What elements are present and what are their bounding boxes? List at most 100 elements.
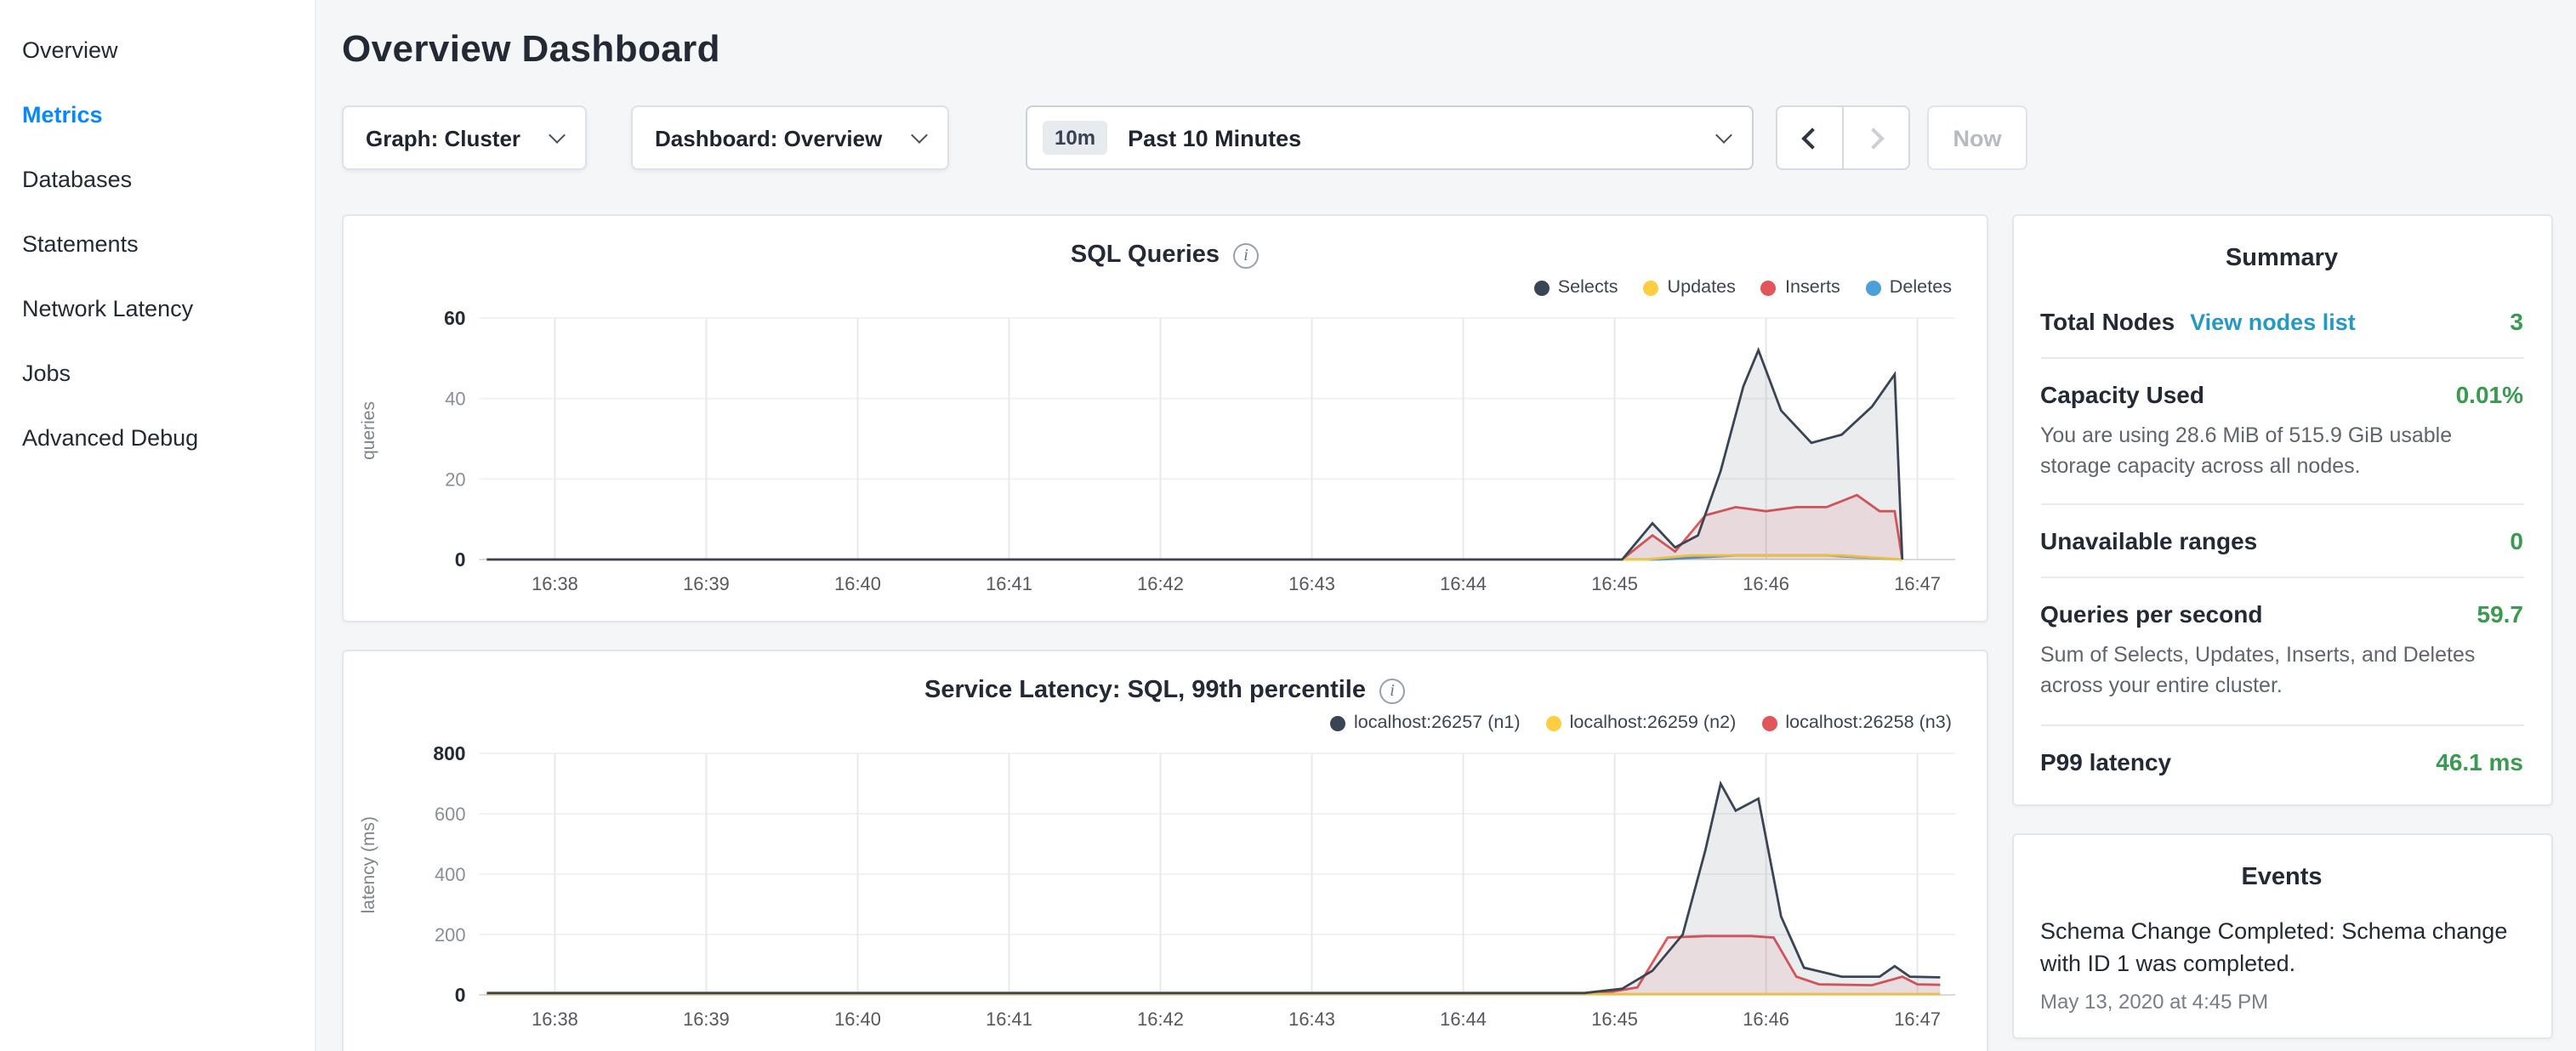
service-latency-chart: 16:3816:3916:4016:4116:4216:4316:4416:45… — [384, 736, 1976, 1039]
summary-row-capacity-used: Capacity Used 0.01% You are using 28.6 M… — [2040, 357, 2523, 504]
svg-text:16:42: 16:42 — [1137, 1008, 1184, 1030]
summary-value: 59.7 — [2477, 601, 2524, 628]
svg-text:40: 40 — [445, 389, 465, 410]
svg-text:16:40: 16:40 — [834, 1008, 881, 1030]
legend-item[interactable]: localhost:26259 (n2) — [1546, 713, 1737, 733]
svg-text:16:43: 16:43 — [1288, 1008, 1335, 1030]
event-text: Schema Change Completed: Schema change w… — [2040, 914, 2523, 980]
summary-value: 0.01% — [2456, 381, 2523, 408]
svg-text:400: 400 — [435, 864, 466, 885]
svg-text:16:47: 16:47 — [1894, 573, 1941, 594]
chevron-down-icon — [911, 127, 928, 144]
chevron-down-icon — [549, 127, 566, 144]
graph-dropdown[interactable]: Graph: Cluster — [342, 105, 587, 170]
summary-row-total-nodes: Total Nodes View nodes list 3 — [2040, 286, 2523, 357]
dashboard-dropdown-label: Dashboard: Overview — [655, 125, 882, 151]
events-title: Events — [2040, 834, 2523, 904]
time-step-buttons — [1776, 105, 1910, 170]
time-back-button[interactable] — [1776, 105, 1844, 170]
summary-title: Summary — [2040, 216, 2523, 286]
chart-title: SQL Queries — [1071, 241, 1220, 269]
chart-panel-service-latency: Service Latency: SQL, 99th percentile i … — [342, 650, 1987, 1051]
chevron-left-icon — [1801, 127, 1823, 148]
chart-header: Service Latency: SQL, 99th percentile i — [344, 651, 1986, 707]
sidebar-item-databases[interactable]: Databases — [22, 146, 315, 211]
chevron-down-icon — [1715, 127, 1732, 144]
legend-item[interactable]: localhost:26257 (n1) — [1330, 713, 1521, 733]
info-icon[interactable]: i — [1233, 242, 1259, 268]
app-window: Overview Metrics Databases Statements Ne… — [0, 0, 2576, 1051]
event-item: Schema Change Completed: Schema change w… — [2040, 904, 2523, 1030]
summary-label: Unavailable ranges — [2040, 528, 2257, 555]
summary-label: Queries per second — [2040, 601, 2262, 628]
legend-item[interactable]: localhost:26258 (n3) — [1761, 713, 1952, 733]
svg-text:16:43: 16:43 — [1288, 573, 1335, 594]
time-range-label: Past 10 Minutes — [1128, 125, 1701, 151]
sql-queries-chart: 16:3816:3916:4016:4116:4216:4316:4416:45… — [384, 301, 1976, 604]
y-axis-label: latency (ms) — [359, 817, 379, 914]
chart-legend: localhost:26257 (n1) localhost:26259 (n2)… — [344, 707, 1986, 736]
sidebar-item-jobs[interactable]: Jobs — [22, 340, 315, 405]
summary-panel: Summary Total Nodes View nodes list 3 Ca… — [2011, 214, 2552, 805]
legend-item[interactable]: Updates — [1644, 277, 1736, 298]
sidebar-item-network-latency[interactable]: Network Latency — [22, 276, 315, 340]
svg-text:16:40: 16:40 — [834, 573, 881, 594]
dashboard-dropdown[interactable]: Dashboard: Overview — [631, 105, 949, 170]
event-timestamp: May 13, 2020 at 4:45 PM — [2040, 989, 2523, 1013]
toolbar: Graph: Cluster Dashboard: Overview 10m P… — [342, 105, 2552, 170]
y-axis-label: queries — [359, 401, 379, 460]
view-nodes-list-link[interactable]: View nodes list — [2190, 310, 2356, 335]
chart-title: Service Latency: SQL, 99th percentile — [924, 677, 1366, 704]
summary-label: P99 latency — [2040, 747, 2171, 775]
summary-label: Total Nodes — [2040, 308, 2175, 335]
chart-plot-area: latency (ms) 16:3816:3916:4016:4116:4216… — [344, 736, 1986, 1039]
svg-text:16:44: 16:44 — [1440, 1008, 1487, 1030]
chart-header: SQL Queries i — [344, 216, 1986, 272]
svg-text:16:39: 16:39 — [683, 573, 730, 594]
summary-subtext: You are using 28.6 MiB of 515.9 GiB usab… — [2040, 420, 2523, 482]
summary-subtext: Sum of Selects, Updates, Inserts, and De… — [2040, 640, 2523, 702]
charts-column: SQL Queries i Selects Updates Inserts Delet… — [342, 214, 1987, 1051]
dashboard-body: SQL Queries i Selects Updates Inserts Delet… — [342, 214, 2552, 1051]
svg-text:200: 200 — [435, 924, 466, 946]
time-forward-button[interactable] — [1842, 105, 1910, 170]
svg-text:16:46: 16:46 — [1743, 573, 1789, 594]
now-button[interactable]: Now — [1927, 105, 2027, 170]
sidebar-item-overview[interactable]: Overview — [22, 17, 315, 82]
main-content: Overview Dashboard Graph: Cluster Dashbo… — [316, 0, 2576, 1051]
time-range-picker[interactable]: 10m Past 10 Minutes — [1026, 105, 1754, 170]
summary-label: Capacity Used — [2040, 381, 2204, 408]
svg-text:0: 0 — [455, 984, 466, 1006]
svg-text:16:41: 16:41 — [986, 1008, 1032, 1030]
legend-item[interactable]: Selects — [1534, 277, 1618, 298]
summary-value: 46.1 ms — [2436, 747, 2523, 775]
right-sidebar: Summary Total Nodes View nodes list 3 Ca… — [2011, 214, 2552, 1038]
svg-text:16:44: 16:44 — [1440, 573, 1487, 594]
summary-value: 3 — [2510, 308, 2523, 335]
svg-text:800: 800 — [433, 742, 465, 764]
graph-dropdown-label: Graph: Cluster — [366, 125, 520, 151]
svg-text:600: 600 — [435, 804, 466, 825]
svg-text:60: 60 — [444, 307, 465, 329]
svg-text:16:38: 16:38 — [532, 573, 578, 594]
svg-text:16:45: 16:45 — [1591, 1008, 1638, 1030]
summary-value: 0 — [2510, 528, 2523, 555]
chart-panel-sql-queries: SQL Queries i Selects Updates Inserts Delet… — [342, 214, 1987, 622]
info-icon[interactable]: i — [1379, 678, 1405, 703]
legend-item[interactable]: Inserts — [1761, 277, 1840, 298]
chart-legend: Selects Updates Inserts Deletes — [344, 272, 1986, 301]
svg-text:16:39: 16:39 — [683, 1008, 730, 1030]
events-panel: Events Schema Change Completed: Schema c… — [2011, 832, 2552, 1038]
sidebar-item-metrics[interactable]: Metrics — [22, 82, 315, 146]
summary-row-unavailable-ranges: Unavailable ranges 0 — [2040, 504, 2523, 577]
legend-item[interactable]: Deletes — [1866, 277, 1952, 298]
svg-text:16:45: 16:45 — [1591, 573, 1638, 594]
sidebar-item-statements[interactable]: Statements — [22, 211, 315, 276]
chart-plot-area: queries 16:3816:3916:4016:4116:4216:4316… — [344, 301, 1986, 604]
chevron-right-icon — [1862, 127, 1884, 148]
summary-row-p99-latency: P99 latency 46.1 ms — [2040, 724, 2523, 797]
svg-text:16:46: 16:46 — [1743, 1008, 1789, 1030]
page-title: Overview Dashboard — [342, 27, 2552, 71]
summary-row-queries-per-second: Queries per second 59.7 Sum of Selects, … — [2040, 577, 2523, 724]
sidebar-item-advanced-debug[interactable]: Advanced Debug — [22, 405, 315, 469]
